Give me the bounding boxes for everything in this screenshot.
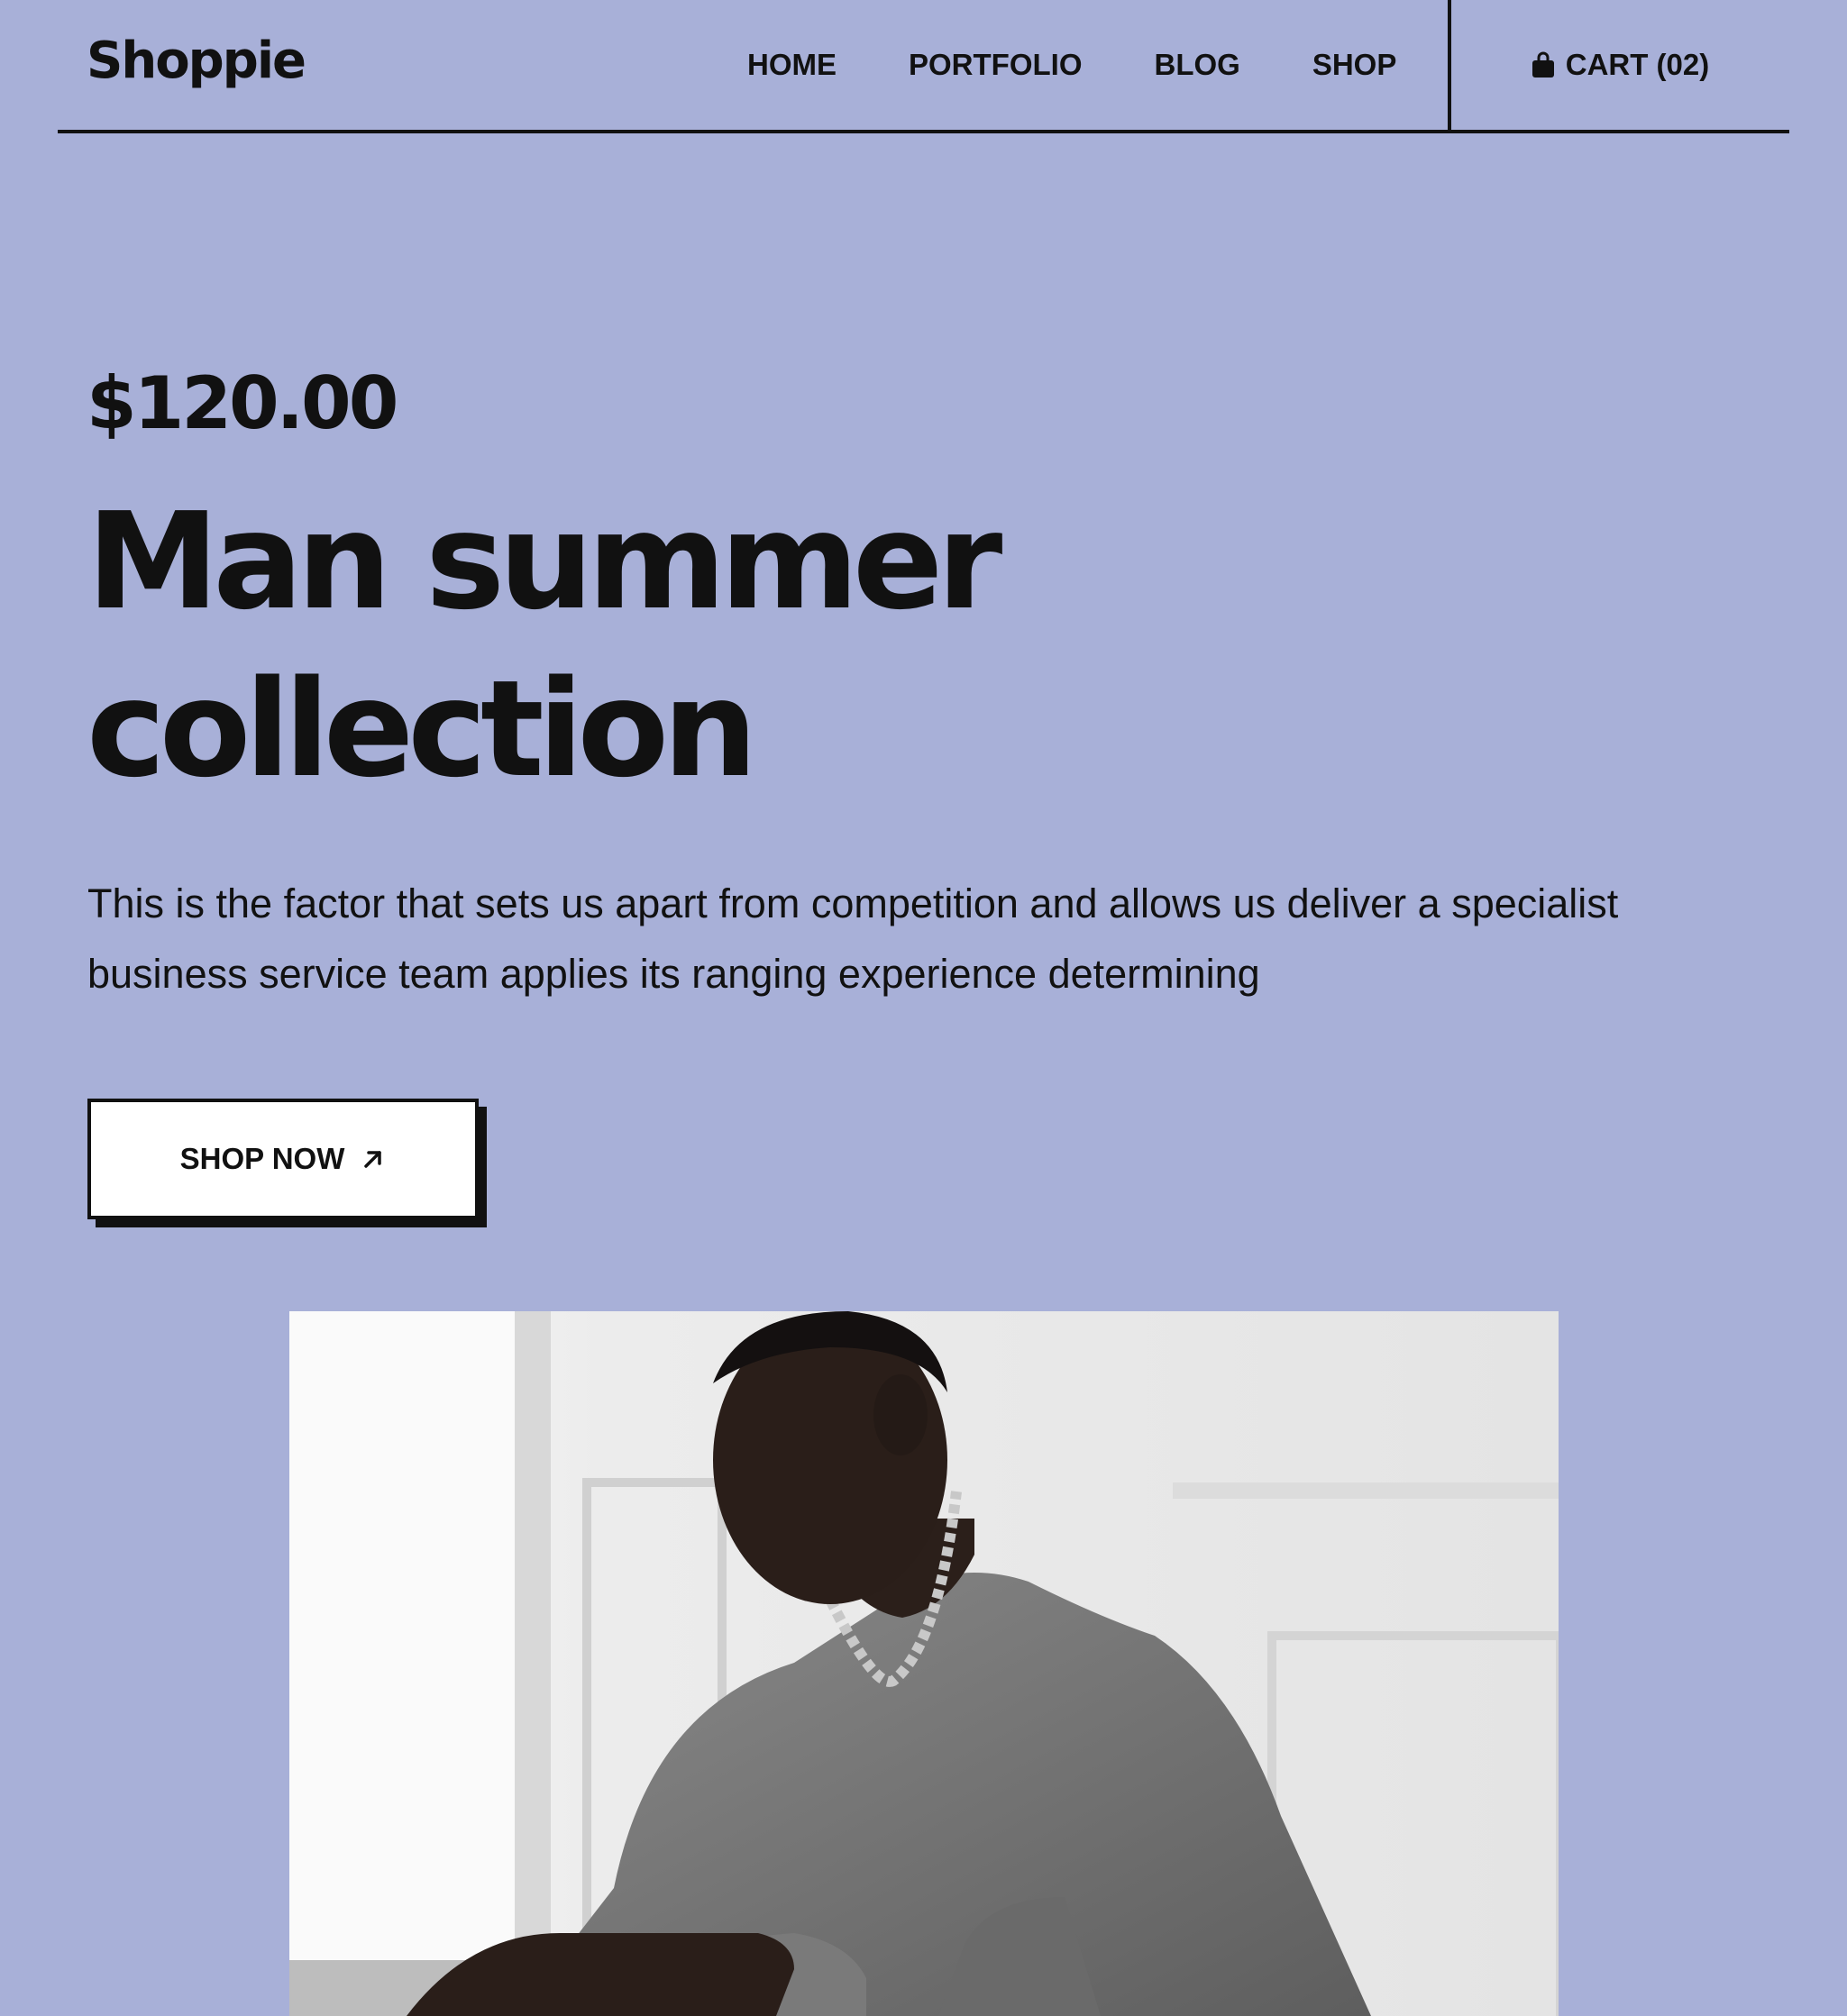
nav-item-portfolio[interactable]: PORTFOLIO (909, 48, 1083, 82)
cart-button[interactable]: CART (02) (1451, 0, 1789, 130)
arrow-up-right-icon (361, 1146, 386, 1172)
nav-item-shop[interactable]: SHOP (1312, 48, 1397, 82)
nav-item-blog[interactable]: BLOG (1155, 48, 1240, 82)
product-price: $120.00 (87, 361, 398, 445)
shop-now-label: SHOP NOW (179, 1142, 345, 1175)
product-photo (289, 1311, 1559, 2016)
nav-item-home[interactable]: HOME (747, 48, 837, 82)
shopping-bag-icon (1532, 51, 1555, 78)
model-photo-illustration (289, 1311, 1559, 2016)
hero-title-line1: Man summer (87, 484, 1002, 639)
site-header: Shoppie HOME PORTFOLIO BLOG SHOP CART (0… (58, 0, 1789, 133)
hero-title-line2: collection (87, 652, 758, 807)
hero-description: This is the factor that sets us apart fr… (87, 880, 1619, 997)
logo[interactable]: Shoppie (87, 29, 306, 94)
page: Shoppie HOME PORTFOLIO BLOG SHOP CART (0… (0, 0, 1847, 2016)
main-nav: HOME PORTFOLIO BLOG SHOP (747, 43, 1396, 87)
shop-now-button[interactable]: SHOP NOW (87, 1099, 479, 1219)
hero-title: Man summer collection (87, 478, 1258, 813)
cart-label: CART (02) (1565, 48, 1710, 81)
